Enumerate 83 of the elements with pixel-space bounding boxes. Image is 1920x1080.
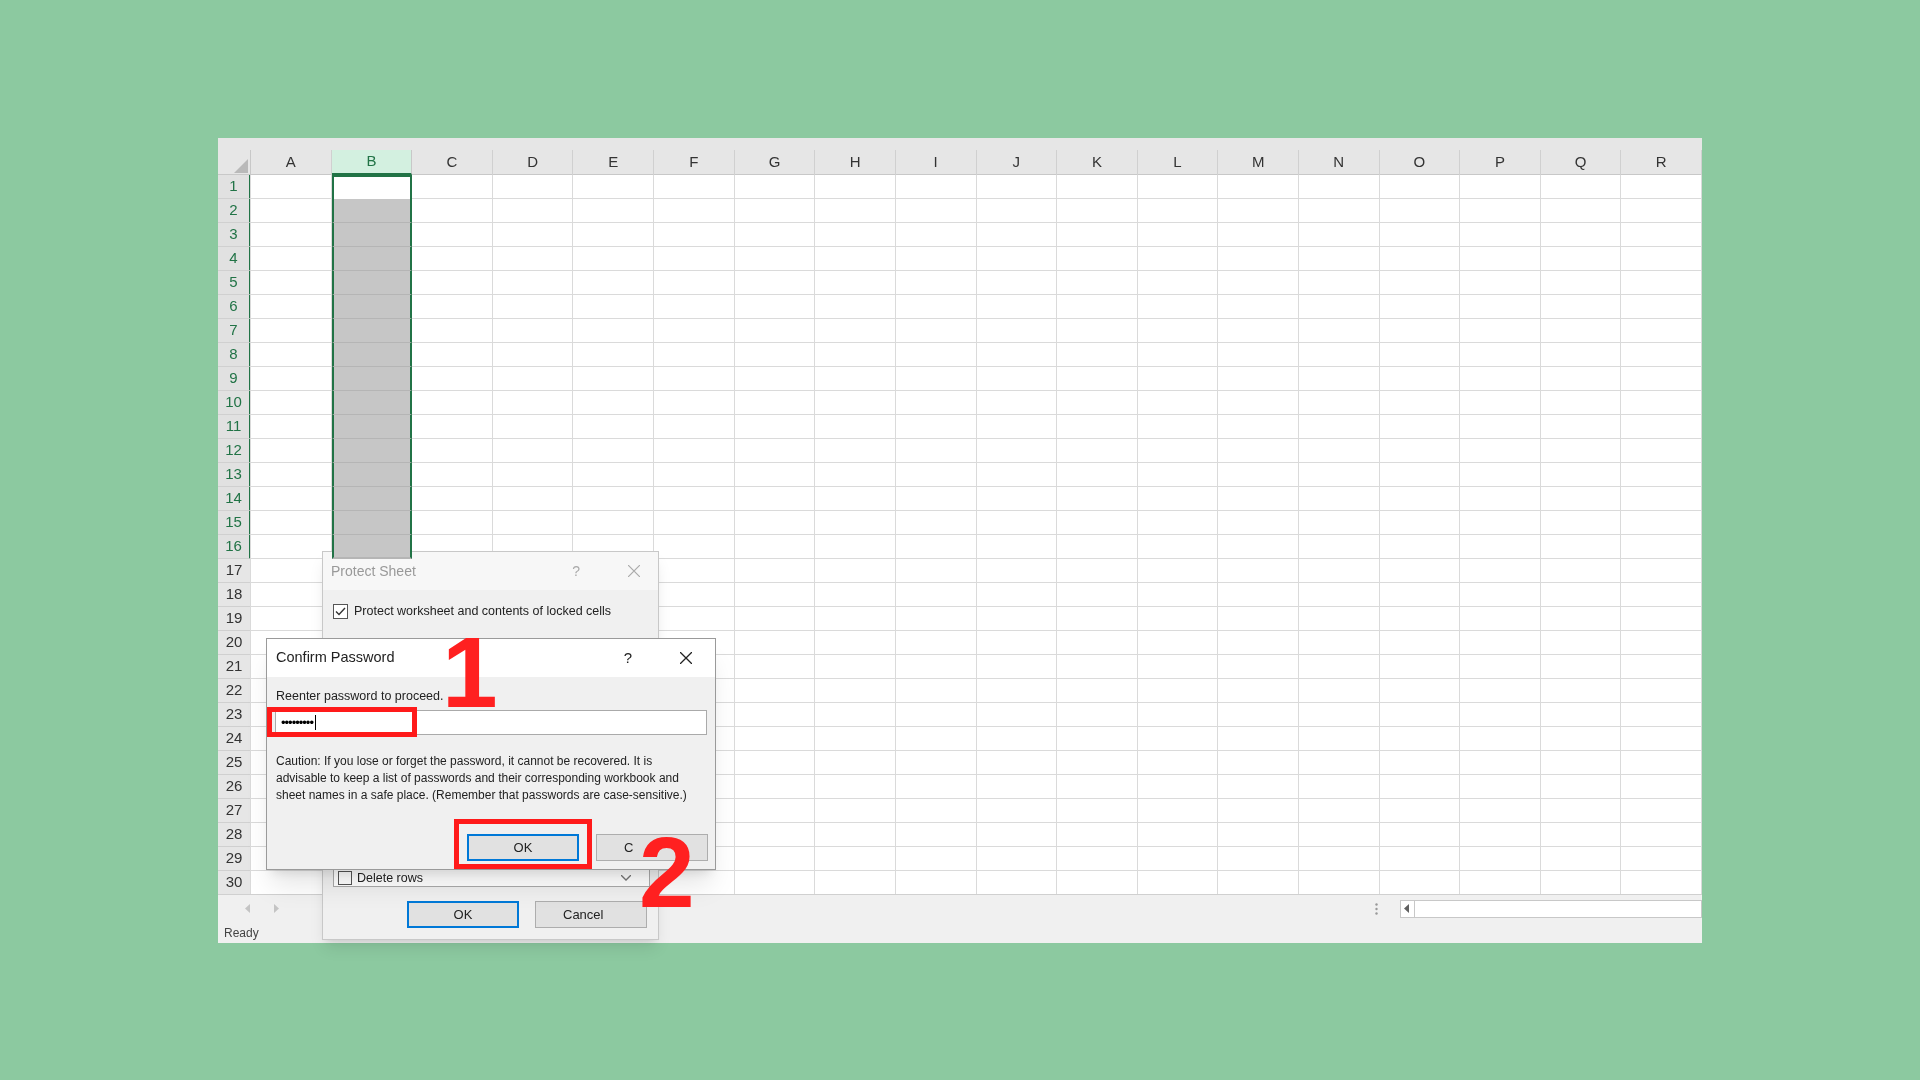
- dialog-button[interactable]: OK: [467, 834, 579, 861]
- row-header[interactable]: 11: [218, 415, 251, 439]
- row-header[interactable]: 29: [218, 847, 251, 871]
- row-header[interactable]: 6: [218, 295, 251, 319]
- row-header[interactable]: 25: [218, 751, 251, 775]
- row-header[interactable]: 8: [218, 343, 251, 367]
- selected-cell[interactable]: [331, 223, 413, 247]
- column-header[interactable]: N: [1298, 150, 1380, 175]
- selected-cell[interactable]: [331, 199, 413, 223]
- row-header[interactable]: 14: [218, 487, 251, 511]
- row-header[interactable]: 13: [218, 463, 251, 487]
- row-header[interactable]: 1: [218, 175, 251, 199]
- column-header[interactable]: Q: [1540, 150, 1622, 175]
- column-header[interactable]: D: [492, 150, 574, 175]
- dialog-title: Protect Sheet: [331, 561, 417, 581]
- help-button[interactable]: ?: [623, 646, 632, 670]
- column-header[interactable]: J: [976, 150, 1058, 175]
- selected-cell[interactable]: [331, 439, 413, 463]
- row-header[interactable]: 16: [218, 535, 251, 559]
- column-header[interactable]: I: [895, 150, 977, 175]
- column-header[interactable]: L: [1137, 150, 1219, 175]
- column-header[interactable]: C: [412, 150, 493, 175]
- check-icon: [335, 606, 346, 616]
- row-header[interactable]: 30: [218, 871, 251, 894]
- row-header[interactable]: 18: [218, 583, 251, 607]
- row-header[interactable]: 26: [218, 775, 251, 799]
- column-header[interactable]: M: [1218, 150, 1299, 175]
- row-header[interactable]: 2: [218, 199, 251, 223]
- scroll-down-icon[interactable]: [621, 875, 631, 881]
- status-text: Ready: [224, 924, 259, 942]
- selected-cell[interactable]: [331, 511, 413, 535]
- selected-cell[interactable]: [331, 367, 413, 391]
- selected-cell[interactable]: [331, 463, 413, 487]
- row-header[interactable]: 21: [218, 655, 251, 679]
- column-header[interactable]: P: [1460, 150, 1541, 175]
- row-header[interactable]: 3: [218, 223, 251, 247]
- list-item: Delete rows: [357, 869, 424, 887]
- horizontal-scrollbar[interactable]: [1400, 899, 1702, 918]
- dialog-title: Confirm Password: [276, 648, 396, 668]
- active-cell[interactable]: [331, 175, 413, 199]
- column-header[interactable]: O: [1379, 150, 1461, 175]
- row-header[interactable]: 22: [218, 679, 251, 703]
- checkbox[interactable]: [338, 871, 352, 885]
- column-header[interactable]: G: [734, 150, 816, 175]
- password-field[interactable]: •••••••••: [275, 709, 707, 735]
- column-header[interactable]: R: [1621, 150, 1702, 175]
- selected-cell[interactable]: [331, 295, 413, 319]
- selected-cell[interactable]: [331, 343, 413, 367]
- row-header[interactable]: 5: [218, 271, 251, 295]
- row-header[interactable]: 20: [218, 631, 251, 655]
- dialog-button[interactable]: OK: [407, 901, 519, 928]
- row-header[interactable]: 7: [218, 319, 251, 343]
- row-header[interactable]: 17: [218, 559, 251, 583]
- row-header[interactable]: 23: [218, 703, 251, 727]
- row-header[interactable]: 24: [218, 727, 251, 751]
- more-icon[interactable]: [1375, 902, 1378, 915]
- row-header[interactable]: 27: [218, 799, 251, 823]
- row-header[interactable]: 9: [218, 367, 251, 391]
- selected-cell[interactable]: [331, 415, 413, 439]
- column-header[interactable]: E: [573, 150, 655, 175]
- selected-cell[interactable]: [331, 271, 413, 295]
- selected-cell[interactable]: [331, 319, 413, 343]
- caution-text: Caution: If you lose or forget the password, it cannot be recovered. It is advisable to keep a list of passwords and their corresponding workbook and sheet names in a safe place. (Remember that passwords are case-sensitive.): [275, 752, 688, 804]
- selected-cell[interactable]: [331, 487, 413, 511]
- selected-cell[interactable]: [331, 391, 413, 415]
- selected-cell[interactable]: [331, 247, 413, 271]
- row-header[interactable]: 19: [218, 607, 251, 631]
- checkbox-label: Protect worksheet and contents of locked cells: [354, 603, 612, 620]
- column-header[interactable]: F: [654, 150, 735, 175]
- column-header[interactable]: A: [251, 150, 332, 175]
- row-header[interactable]: 28: [218, 823, 251, 847]
- row-header[interactable]: 10: [218, 391, 251, 415]
- scroll-left-icon[interactable]: [1404, 904, 1410, 913]
- row-header[interactable]: 4: [218, 247, 251, 271]
- row-header[interactable]: 12: [218, 439, 251, 463]
- column-header[interactable]: H: [815, 150, 896, 175]
- selected-cell[interactable]: [331, 535, 413, 559]
- prompt-label: Reenter password to proceed.: [275, 688, 445, 705]
- close-icon[interactable]: [680, 652, 692, 664]
- row-header[interactable]: 15: [218, 511, 251, 535]
- checkbox[interactable]: [333, 603, 348, 619]
- column-header[interactable]: B: [331, 150, 413, 175]
- column-header[interactable]: K: [1057, 150, 1138, 175]
